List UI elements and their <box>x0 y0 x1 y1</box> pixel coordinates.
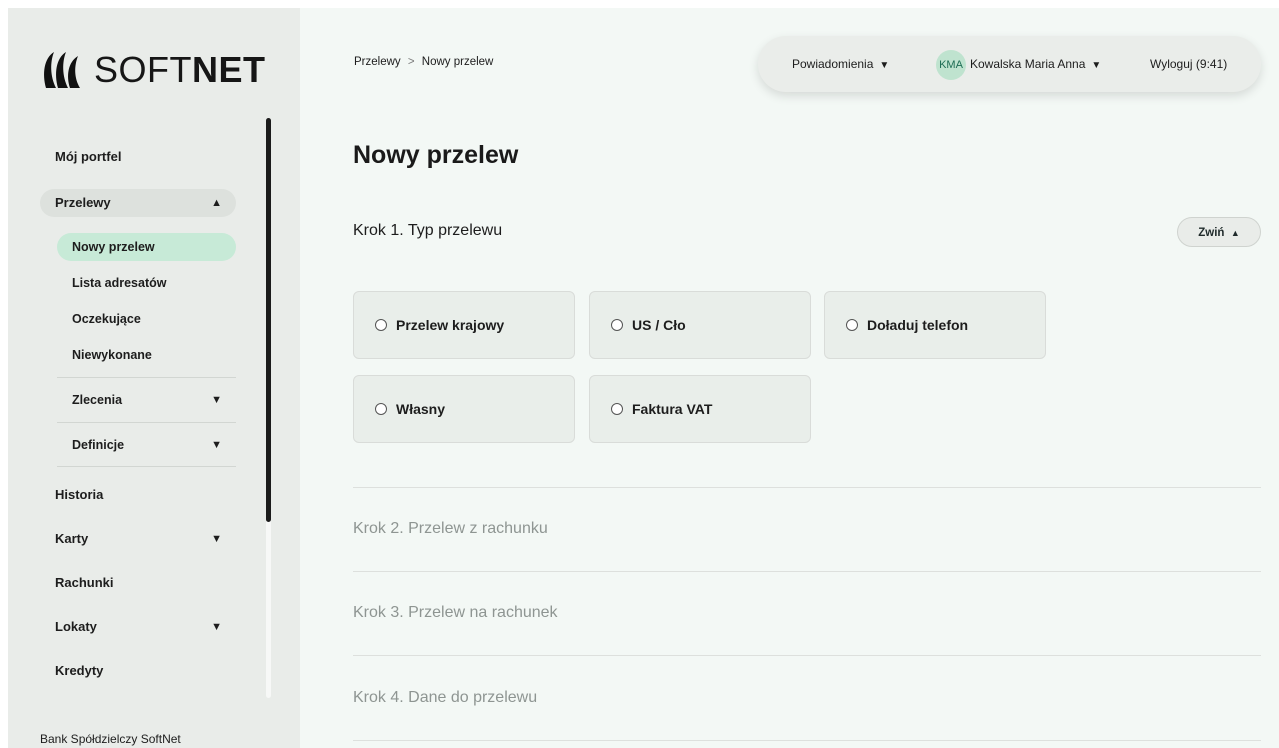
transfer-type-us-clo[interactable]: US / Cło <box>589 291 811 359</box>
avatar: KMA <box>936 49 966 80</box>
sidebar-item-kredyty[interactable]: Kredyty <box>40 657 236 685</box>
radio-button[interactable] <box>611 319 623 331</box>
divider <box>353 571 1261 572</box>
radio-button[interactable] <box>846 319 858 331</box>
step-3-title: Krok 3. Przelew na rachunek <box>353 604 558 621</box>
step-1-title: Krok 1. Typ przelewu <box>353 222 503 239</box>
transfer-type-przelew-krajowy[interactable]: Przelew krajowy <box>353 291 575 359</box>
transfer-type-wlasny[interactable]: Własny <box>353 375 575 443</box>
page-title: Nowy przelew <box>353 141 519 169</box>
breadcrumb-current: Nowy przelew <box>421 56 494 68</box>
softnet-logo[interactable]: SOFTNET <box>40 48 266 92</box>
divider <box>353 487 1261 488</box>
logout-button[interactable]: Wyloguj (9:41) <box>1150 36 1227 92</box>
sidebar-item-karty[interactable]: Karty ▼ <box>40 525 236 553</box>
user-menu[interactable]: KMA Kowalska Maria Anna ▼ <box>936 36 1101 92</box>
chevron-up-icon: ▲ <box>211 197 222 209</box>
sidebar-item-historia[interactable]: Historia <box>40 481 236 509</box>
chevron-down-icon: ▼ <box>211 394 222 406</box>
sidebar-item-rachunki[interactable]: Rachunki <box>40 569 236 597</box>
sidebar-subitem-nowy-przelew[interactable]: Nowy przelew <box>57 233 236 261</box>
top-bar: Powiadomienia ▼ KMA Kowalska Maria Anna ▼ W… <box>758 36 1261 92</box>
divider <box>57 466 236 467</box>
chevron-up-icon: ▲ <box>1230 228 1240 238</box>
step-2-title: Krok 2. Przelew z rachunku <box>353 520 548 537</box>
sidebar-item-moj-portfel[interactable]: Mój portfel <box>40 143 236 171</box>
logo-wordmark: SOFTNET <box>94 49 266 90</box>
divider <box>353 740 1261 741</box>
sidebar-subitem-niewykonane[interactable]: Niewykonane <box>57 341 236 369</box>
notifications-menu[interactable]: Powiadomienia ▼ <box>792 36 889 92</box>
radio-button[interactable] <box>375 403 387 415</box>
radio-button[interactable] <box>375 319 387 331</box>
softnet-logo-icon <box>44 52 80 88</box>
chevron-down-icon: ▼ <box>211 439 222 451</box>
sidebar-subitem-oczekujace[interactable]: Oczekujące <box>57 305 236 333</box>
bank-name-footer: Bank Spółdzielczy SoftNet <box>40 732 181 746</box>
breadcrumb-link-przelewy[interactable]: Przelewy <box>354 56 401 68</box>
sidebar-item-przelewy[interactable]: Przelewy ▲ <box>40 189 236 217</box>
divider <box>57 377 236 378</box>
sidebar-subitem-lista-adresatow[interactable]: Lista adresatów <box>57 269 236 297</box>
chevron-down-icon: ▼ <box>879 60 890 71</box>
sidebar-scrollbar-thumb[interactable] <box>266 118 271 522</box>
sidebar-item-lokaty[interactable]: Lokaty ▼ <box>40 613 236 641</box>
transfer-type-faktura-vat[interactable]: Faktura VAT <box>589 375 811 443</box>
chevron-down-icon: ▼ <box>211 621 222 633</box>
chevron-down-icon: ▼ <box>211 533 222 545</box>
user-name: Kowalska Maria Anna <box>970 57 1086 71</box>
radio-button[interactable] <box>611 403 623 415</box>
breadcrumb: Przelewy > Nowy przelew <box>354 56 493 68</box>
collapse-button[interactable]: Zwiń ▲ <box>1177 217 1261 247</box>
step-4-title: Krok 4. Dane do przelewu <box>353 689 538 706</box>
divider <box>57 422 236 423</box>
sidebar-subitem-zlecenia[interactable]: Zlecenia ▼ <box>57 386 236 414</box>
sidebar: SOFTNET Mój portfel Przelewy ▲ Nowy prze… <box>8 8 300 748</box>
sidebar-subitem-definicje[interactable]: Definicje ▼ <box>57 431 236 459</box>
transfer-type-doladuj-telefon[interactable]: Doładuj telefon <box>824 291 1046 359</box>
main-content: Przelewy > Nowy przelew Powiadomienia ▼ K… <box>300 8 1279 748</box>
breadcrumb-separator: > <box>407 56 415 68</box>
chevron-down-icon: ▼ <box>1091 60 1102 71</box>
divider <box>353 655 1261 656</box>
